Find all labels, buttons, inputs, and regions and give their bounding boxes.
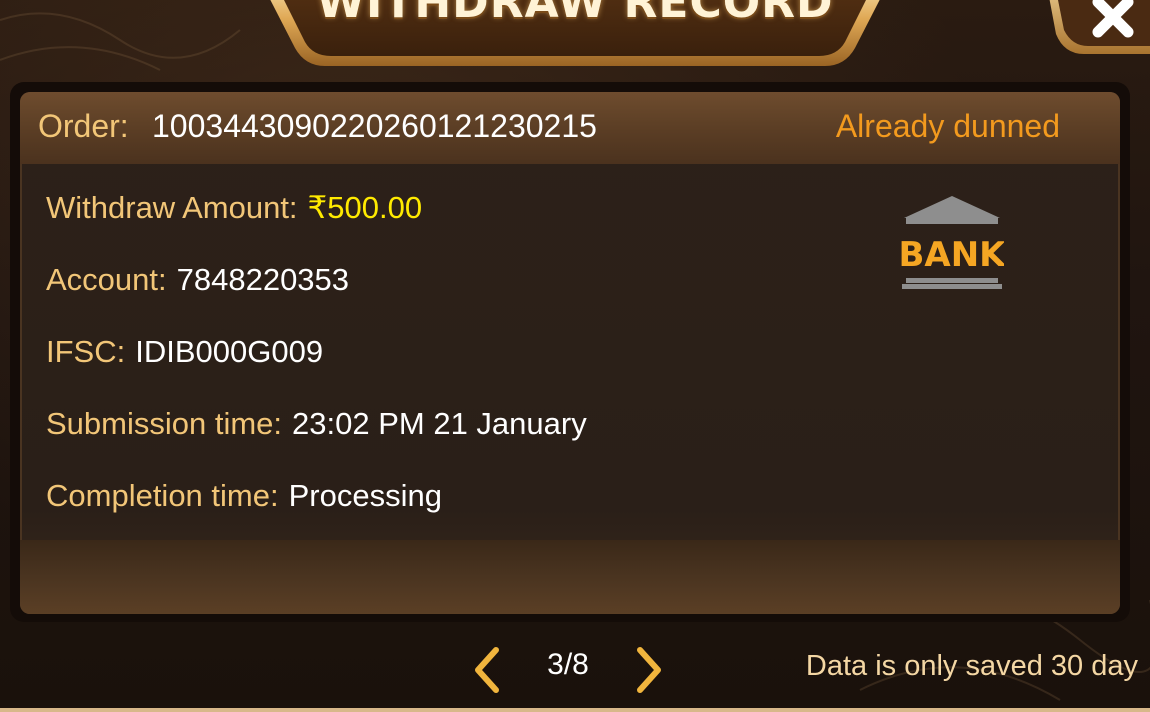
order-number: 1003443090220260121230215 bbox=[152, 108, 597, 144]
status-badge: Already dunned bbox=[835, 108, 1060, 144]
completion-time-label: Completion time: bbox=[46, 478, 279, 513]
chevron-left-icon bbox=[475, 647, 499, 693]
withdraw-amount-row: Withdraw Amount: ₹500.00 bbox=[46, 190, 422, 226]
ifsc-value: IDIB000G009 bbox=[135, 334, 324, 369]
completion-time-row: Completion time: Processing bbox=[46, 478, 442, 514]
data-retention-note: Data is only saved 30 day bbox=[805, 650, 1138, 682]
account-label: Account: bbox=[46, 262, 167, 297]
previous-page-button[interactable] bbox=[472, 646, 502, 694]
withdraw-amount-value: ₹500.00 bbox=[307, 190, 423, 225]
account-row: Account: 7848220353 bbox=[46, 262, 349, 298]
chevron-right-icon bbox=[637, 647, 661, 693]
ifsc-label: IFSC: bbox=[46, 334, 126, 369]
withdraw-amount-label: Withdraw Amount: bbox=[46, 190, 298, 225]
next-page-button[interactable] bbox=[634, 646, 664, 694]
withdraw-record-dialog: WITHDRAW RECORD Order: 10034430902202601… bbox=[0, 0, 1150, 712]
close-button[interactable] bbox=[1044, 0, 1150, 62]
record-card: Order: 1003443090220260121230215 Already… bbox=[20, 92, 1120, 614]
order-label: Order: bbox=[38, 108, 129, 144]
ifsc-row: IFSC: IDIB000G009 bbox=[46, 334, 323, 370]
bottom-divider bbox=[0, 708, 1150, 712]
record-header: Order: 1003443090220260121230215 Already… bbox=[20, 92, 1120, 164]
page-indicator: 3/8 bbox=[547, 648, 589, 681]
bank-icon: BANK bbox=[900, 196, 1004, 289]
submission-time-row: Submission time: 23:02 PM 21 January bbox=[46, 406, 587, 442]
completion-time-value: Processing bbox=[288, 478, 442, 513]
submission-time-value: 23:02 PM 21 January bbox=[292, 406, 587, 441]
bank-icon-text: BANK bbox=[900, 235, 1004, 275]
record-footer-band bbox=[20, 540, 1120, 614]
page-title: WITHDRAW RECORD bbox=[316, 0, 834, 28]
submission-time-label: Submission time: bbox=[46, 406, 283, 441]
account-value: 7848220353 bbox=[176, 262, 350, 297]
